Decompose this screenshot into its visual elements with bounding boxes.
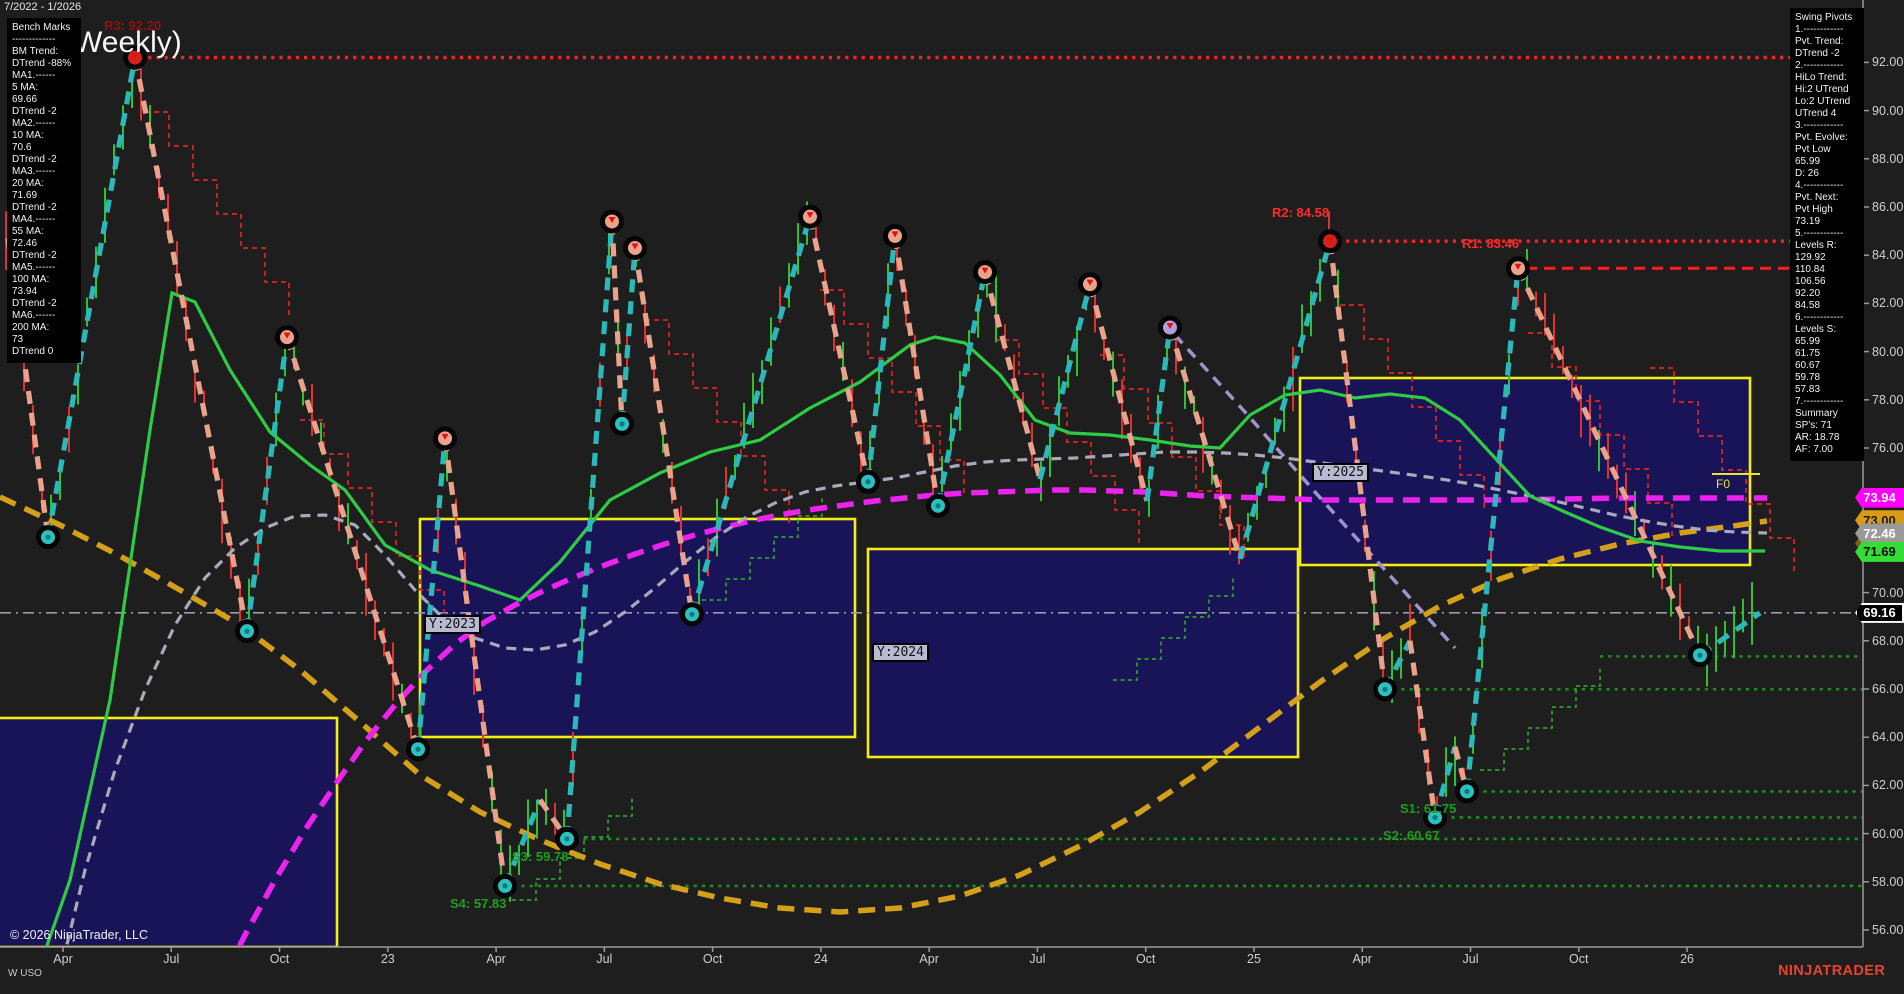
time-axis-label: Oct	[270, 952, 289, 966]
price-axis-label: 86.00	[1872, 200, 1903, 214]
price-axis-label: 66.00	[1872, 682, 1903, 696]
pivot-high-marker	[886, 226, 905, 245]
time-axis-label: 25	[1247, 952, 1261, 966]
pivot-high-marker	[436, 429, 455, 448]
year-box-label: Y:2025	[1312, 463, 1369, 482]
price-axis-label: 60.00	[1872, 827, 1903, 841]
pivot-low-marker	[683, 605, 702, 624]
pivot-high-marker	[976, 263, 995, 282]
pivot-high-marker	[1509, 259, 1528, 278]
year-box-label: Y:2024	[872, 643, 929, 662]
chart-canvas[interactable]	[0, 0, 1904, 994]
pivot-high-marker	[278, 328, 297, 347]
year-box	[0, 718, 337, 947]
pivot-high-marker	[603, 212, 622, 231]
price-axis-label: 64.00	[1872, 730, 1903, 744]
level-label: R2: 84.58	[1272, 205, 1329, 220]
price-axis-label: 88.00	[1872, 152, 1903, 166]
price-axis-label: 82.00	[1872, 296, 1903, 310]
price-axis-label: 92.00	[1872, 55, 1903, 69]
copyright-notice: © 2026 NinjaTrader, LLC	[10, 928, 148, 942]
pivot-low-marker	[39, 528, 58, 547]
level-label: S3: 59.78	[512, 849, 568, 864]
pivot-low-marker	[1458, 782, 1477, 801]
trail-line	[645, 320, 789, 524]
time-axis-label: Oct	[1569, 952, 1588, 966]
time-axis-label: Jul	[163, 952, 179, 966]
price-axis-label: 68.00	[1872, 634, 1903, 648]
price-tag-71.69: 71.69	[1855, 542, 1904, 562]
instrument-tab[interactable]: W USO	[8, 968, 42, 979]
price-tag-72.46: 72.46	[1855, 523, 1904, 543]
time-axis-label: Jul	[1463, 952, 1479, 966]
time-axis-label: Jul	[596, 952, 612, 966]
pivot-low-marker	[613, 414, 632, 433]
pivot-low-marker	[859, 472, 878, 491]
price-axis-label: 70.00	[1872, 586, 1903, 600]
price-axis-label: 62.00	[1872, 778, 1903, 792]
time-axis-label: Apr	[1353, 952, 1372, 966]
pivot-high-marker	[626, 238, 645, 257]
pivot-high-marker	[1321, 232, 1340, 251]
price-tag-69.16: 69.16	[1855, 603, 1904, 623]
price-axis-label: 58.00	[1872, 875, 1903, 889]
time-axis-label: Oct	[703, 952, 722, 966]
time-axis-label: Apr	[919, 952, 938, 966]
ninjatrader-chart-window: 7/2022 - 1/2026 (Weekly) Bench Marks ---…	[0, 0, 1904, 994]
pivot-low-marker	[558, 829, 577, 848]
level-label: R1: 83.46	[1462, 236, 1519, 251]
pivot-high-marker	[801, 207, 820, 226]
year-box-label: Y:2023	[424, 615, 481, 634]
pivot-low-marker	[496, 876, 515, 895]
pivot-low-marker	[409, 740, 428, 759]
bench-marks-panel: Bench Marks ------------- BM Trend: DTre…	[7, 18, 81, 363]
price-axis-label: 80.00	[1872, 345, 1903, 359]
time-axis-label: Oct	[1136, 952, 1155, 966]
swing-pivots-panel: Swing Pivots 1.------------ Pvt. Trend: …	[1790, 8, 1864, 461]
level-label: S1: 61.75	[1400, 801, 1456, 816]
pivot-high-marker	[1161, 318, 1180, 337]
price-tag-73.94: 73.94	[1855, 488, 1904, 508]
ninjatrader-logo: NINJATRADER	[1778, 963, 1885, 979]
time-axis-label: 24	[814, 952, 828, 966]
pivot-low-marker	[1691, 646, 1710, 665]
pivot-low-marker	[1376, 680, 1395, 699]
level-label: S2: 60.67	[1383, 828, 1439, 843]
trail-line	[1480, 665, 1600, 770]
plot-area	[0, 48, 1863, 994]
pivot-low-marker	[929, 496, 948, 515]
price-axis-label: 56.00	[1872, 923, 1903, 937]
pivot-low-marker	[238, 622, 257, 641]
price-axis-label: 78.00	[1872, 393, 1903, 407]
time-axis-label: Jul	[1029, 952, 1045, 966]
time-axis-label: Apr	[486, 952, 505, 966]
time-axis-label: 26	[1680, 952, 1694, 966]
time-axis-label: Apr	[53, 952, 72, 966]
time-axis-label: 23	[381, 952, 395, 966]
price-axis-label: 84.00	[1872, 248, 1903, 262]
date-range-label: 7/2022 - 1/2026	[4, 1, 81, 14]
f0-pivot-label: F0	[1716, 477, 1730, 491]
level-label: S4: 57.83	[450, 896, 506, 911]
pivot-high-marker	[1081, 275, 1100, 294]
price-axis-label: 76.00	[1872, 441, 1903, 455]
price-axis-label: 90.00	[1872, 104, 1903, 118]
chart-title: (Weekly)	[64, 26, 182, 61]
